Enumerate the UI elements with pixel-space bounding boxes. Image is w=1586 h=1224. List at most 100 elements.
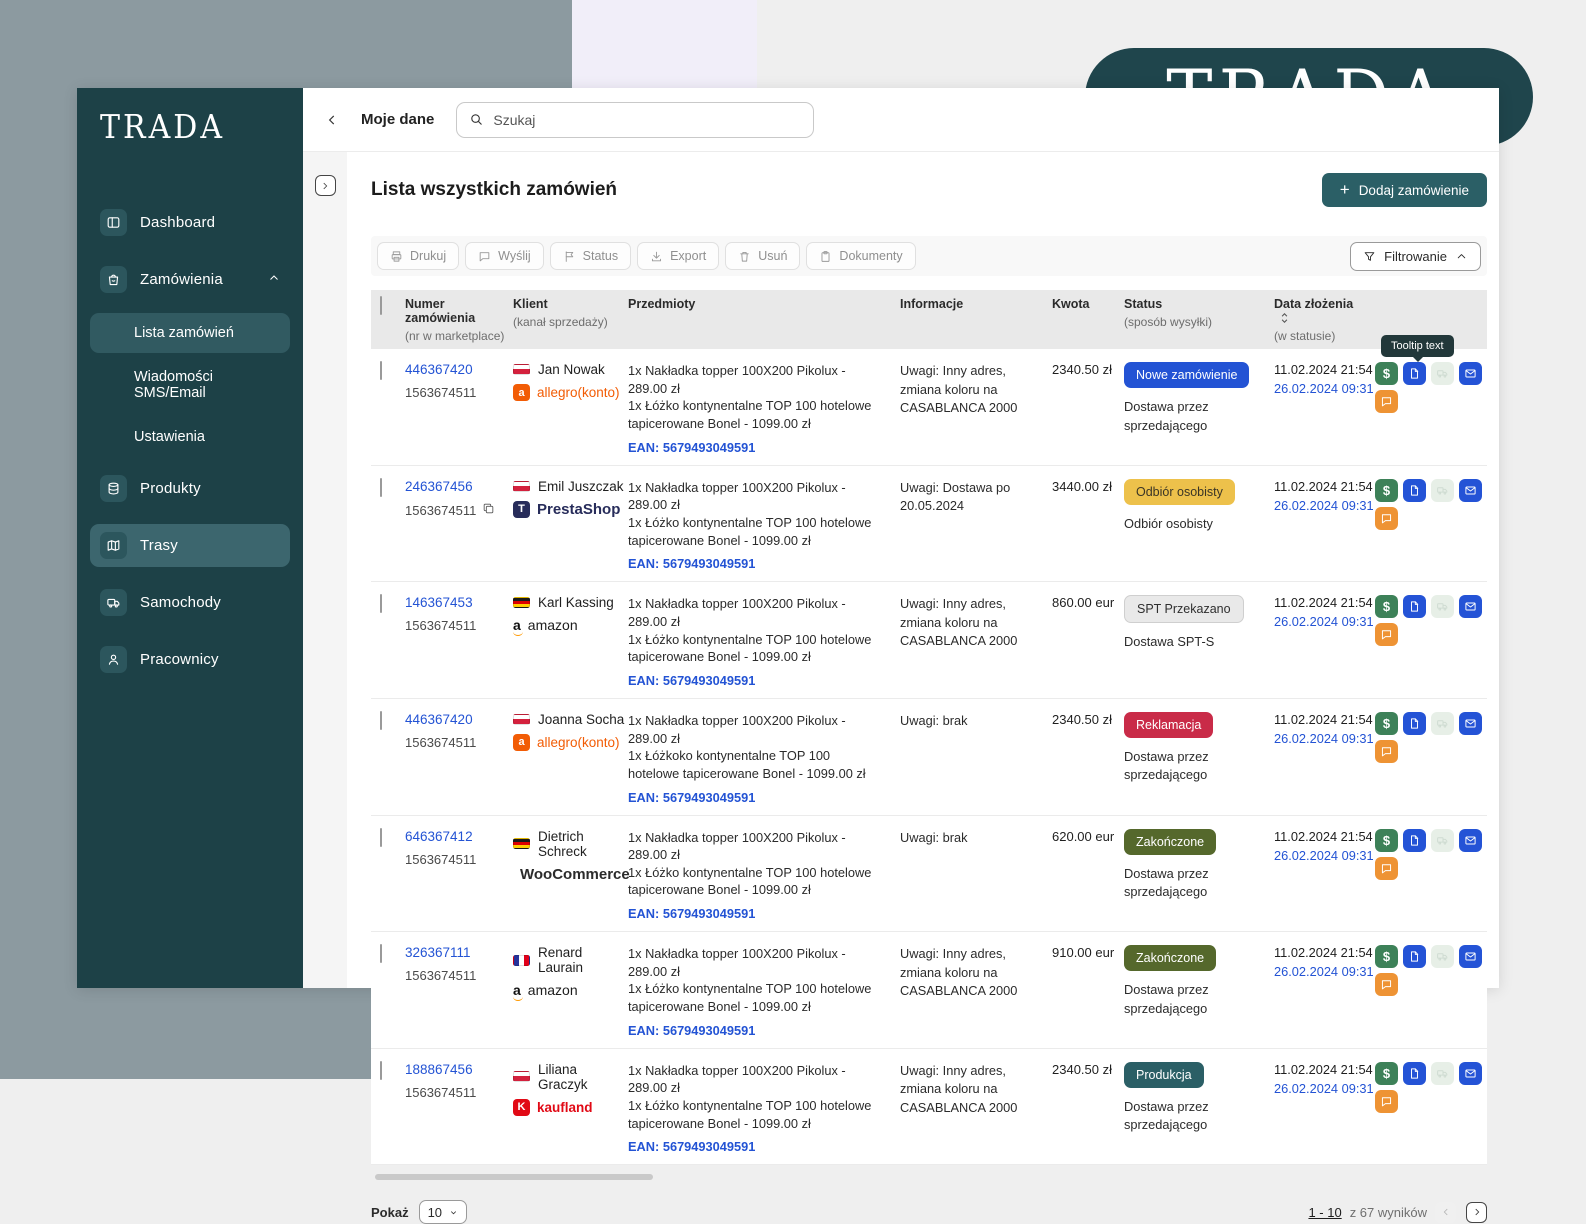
comment-button[interactable] [1375,739,1398,763]
shipping-truck-button[interactable] [1431,595,1454,619]
search-box[interactable] [456,101,815,138]
expand-panel-button[interactable] [314,175,336,196]
status-button[interactable]: Status [549,242,632,270]
breadcrumb[interactable]: Moje dane [361,111,434,128]
results-range[interactable]: 1 - 10 [1308,1205,1341,1220]
payment-dollar-button[interactable]: $ [1375,711,1398,735]
row-checkbox[interactable] [380,477,382,497]
document-button[interactable] [1403,478,1426,502]
email-button[interactable] [1459,945,1482,969]
order-number-link[interactable]: 146367453 [405,595,513,610]
channel-row[interactable]: a a allegro(konto) [513,733,628,751]
ean-link[interactable]: EAN: 5679493049591 [628,1139,878,1154]
send-button[interactable]: Wyślij [465,242,544,270]
column-header-items[interactable]: Przedmioty [628,297,900,311]
email-button[interactable] [1459,595,1482,619]
comment-button[interactable] [1375,506,1398,530]
add-order-button[interactable]: + Dodaj zamówienie [1321,173,1487,207]
sidebar-item-dashboard[interactable]: Dashboard [90,201,290,244]
column-header-client[interactable]: Klient (kanał sprzedaży) [513,297,628,329]
payment-dollar-button[interactable]: $ [1375,478,1398,502]
document-button[interactable] [1403,1061,1426,1085]
export-button[interactable]: Export [637,242,720,270]
row-checkbox[interactable] [380,710,382,730]
row-checkbox[interactable] [380,1060,382,1080]
payment-dollar-button[interactable]: $ [1375,1061,1398,1085]
print-button[interactable]: Drukuj [377,242,460,270]
order-number-link[interactable]: 326367111 [405,945,513,960]
chevron-up-icon[interactable] [268,271,280,289]
payment-dollar-button[interactable]: $ [1375,945,1398,969]
order-number-link[interactable]: 646367412 [405,829,513,844]
email-button[interactable] [1459,828,1482,852]
ean-link[interactable]: EAN: 5679493049591 [628,673,878,688]
shipping-truck-button[interactable] [1431,478,1454,502]
copy-icon[interactable] [482,502,495,520]
sidebar-item-employees[interactable]: Pracownicy [90,638,290,681]
shipping-truck-button[interactable] [1431,945,1454,969]
ean-link[interactable]: EAN: 5679493049591 [628,556,878,571]
channel-row[interactable]: T T PrestaShop [513,500,628,518]
channel-row[interactable]: K K kaufland [513,1098,628,1116]
sidebar-item-cars[interactable]: Samochody [90,581,290,624]
comment-button[interactable] [1375,1089,1398,1113]
channel-row[interactable]: WooCommerce [513,866,630,883]
email-button[interactable] [1459,362,1482,385]
ean-link[interactable]: EAN: 5679493049591 [628,1023,878,1038]
sidebar-item-products[interactable]: Produkty [90,467,290,510]
sidebar-item-orders[interactable]: Zamówienia [90,258,290,301]
back-chevron-icon[interactable] [325,113,339,127]
row-checkbox[interactable] [380,594,382,614]
column-header-status[interactable]: Status (sposób wysyłki) [1124,297,1274,329]
payment-dollar-button[interactable]: $ [1375,595,1398,619]
document-button[interactable] [1403,711,1426,735]
shipping-truck-button[interactable] [1431,828,1454,852]
channel-row[interactable]: a a amazon [513,982,628,1002]
email-button[interactable] [1459,711,1482,735]
shipping-truck-button[interactable] [1431,1061,1454,1085]
column-header-order[interactable]: Numer zamówienia (nr w marketplace) [405,297,513,343]
ean-link[interactable]: EAN: 5679493049591 [628,906,878,921]
row-checkbox[interactable] [380,361,382,380]
scrollbar-thumb[interactable] [375,1174,653,1181]
comment-button[interactable] [1375,623,1398,647]
documents-button[interactable]: Dokumenty [806,242,916,270]
next-page-button[interactable] [1466,1201,1487,1223]
row-checkbox[interactable] [380,827,382,847]
comment-button[interactable] [1375,390,1398,413]
channel-row[interactable]: a a allegro(konto) [513,384,628,401]
column-header-info[interactable]: Informacje [900,297,1052,311]
payment-dollar-button[interactable]: $ [1375,828,1398,852]
comment-button[interactable] [1375,973,1398,997]
email-button[interactable] [1459,1061,1482,1085]
column-header-amount[interactable]: Kwota [1052,297,1124,311]
payment-dollar-button[interactable]: $ [1375,362,1398,385]
order-number-link[interactable]: 188867456 [405,1062,513,1077]
document-button[interactable] [1403,945,1426,969]
sidebar-subitem-settings[interactable]: Ustawienia [90,417,290,457]
channel-row[interactable]: a a amazon [513,617,628,637]
row-checkbox[interactable] [380,944,382,964]
sort-icon[interactable] [1280,311,1289,325]
select-all-checkbox[interactable] [380,296,382,315]
column-header-date[interactable]: Data złożenia (w statusie) [1274,297,1375,343]
sidebar-item-routes[interactable]: Trasy [90,524,290,567]
shipping-truck-button[interactable] [1431,711,1454,735]
previous-page-button[interactable] [1435,1201,1456,1223]
delete-button[interactable]: Usuń [725,242,801,270]
ean-link[interactable]: EAN: 5679493049591 [628,440,878,455]
order-number-link[interactable]: 246367456 [405,479,513,494]
comment-button[interactable] [1375,856,1398,880]
email-button[interactable] [1459,478,1482,502]
ean-link[interactable]: EAN: 5679493049591 [628,790,878,805]
order-number-link[interactable]: 446367420 [405,362,513,377]
sidebar-subitem-sms-email[interactable]: Wiadomości SMS/Email [90,357,290,413]
document-button[interactable] [1403,595,1426,619]
horizontal-scrollbar[interactable] [371,1174,1487,1181]
search-input[interactable] [493,111,802,128]
document-button[interactable] [1403,828,1426,852]
order-number-link[interactable]: 446367420 [405,712,513,727]
shipping-truck-button[interactable] [1431,362,1454,385]
filter-button[interactable]: Filtrowanie [1350,241,1481,271]
sidebar-subitem-order-list[interactable]: Lista zamówień [90,313,290,353]
